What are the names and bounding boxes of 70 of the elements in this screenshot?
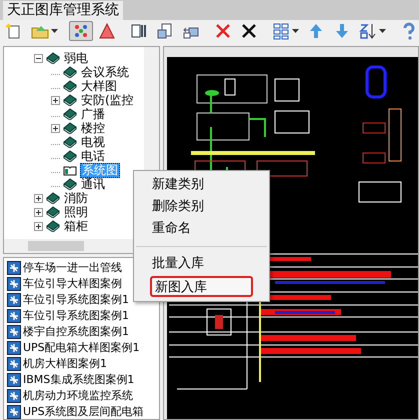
book-icon <box>63 94 77 106</box>
menu-item[interactable]: 批量入库 <box>152 253 269 275</box>
caret-icon <box>379 29 386 33</box>
expand-toggle[interactable] <box>34 222 43 230</box>
expand-toggle[interactable] <box>34 194 43 202</box>
tree-item[interactable]: 通讯 <box>80 177 106 191</box>
file-item[interactable]: IBMS集成系统图案例1 <box>23 373 134 387</box>
tree-item[interactable]: 会议系统 <box>80 65 130 79</box>
file-item[interactable]: 机房动力环境监控系统 <box>23 389 133 403</box>
tree-item[interactable]: 电视 <box>80 135 106 149</box>
file-item[interactable]: 车位引导系统图案例1 <box>23 309 129 323</box>
menu-item[interactable]: 新建类别 <box>152 174 269 196</box>
book-icon <box>46 220 60 232</box>
dots-icon <box>72 22 90 40</box>
open-book-icon <box>63 164 77 176</box>
book-icon <box>46 192 60 204</box>
expand-toggle[interactable] <box>51 96 60 104</box>
book-icon <box>63 108 77 120</box>
tree-item[interactable]: 安防(监控 <box>80 93 135 107</box>
up-arrow-icon <box>307 22 325 40</box>
tree-item[interactable]: 照明 <box>63 205 89 219</box>
down-arrow-icon <box>333 22 351 40</box>
sort-icon <box>359 22 377 40</box>
drawing-file-icon <box>7 357 21 371</box>
tree-item[interactable]: 电话 <box>80 149 106 163</box>
drawing-file-icon <box>7 341 21 355</box>
book-icon <box>46 52 60 64</box>
caret-icon <box>292 29 299 33</box>
book-icon <box>46 206 60 218</box>
menu-item[interactable]: 新图入库 <box>150 276 253 297</box>
tree-item[interactable]: 箱柜 <box>63 219 89 233</box>
book-icon <box>63 136 77 148</box>
tree-item[interactable]: 广播 <box>80 107 106 121</box>
collapse-toggle[interactable] <box>34 54 43 62</box>
book-icon <box>63 80 77 92</box>
file-item[interactable]: UPS配电箱大样图案例1 <box>23 341 140 355</box>
file-item[interactable]: 机房大样图案例1 <box>23 357 107 371</box>
caret-icon <box>51 29 58 33</box>
columns-icon <box>130 22 148 40</box>
drawing-file-icon <box>7 373 21 387</box>
menu-item[interactable]: 重命名 <box>152 218 269 240</box>
book-icon <box>63 122 77 134</box>
file-item[interactable]: 楼宇自控系统图案例1 <box>23 325 129 339</box>
file-item[interactable]: 车位引导系统图案例1 <box>23 293 129 307</box>
file-item[interactable]: UPS系统图及层间配电箱 <box>23 405 144 419</box>
drawing-file-icon <box>7 293 21 307</box>
triangle-icon <box>98 22 116 40</box>
expand-toggle[interactable] <box>51 124 60 132</box>
tree-item[interactable]: 大样图 <box>80 79 118 93</box>
expand-toggle[interactable] <box>34 208 43 216</box>
file-item[interactable]: 车位引导大样图案例 <box>23 277 122 291</box>
drawing-file-icon <box>7 277 21 291</box>
tree-item[interactable]: 楼控 <box>80 121 106 135</box>
toolbar-button[interactable] <box>356 21 389 41</box>
tree-item[interactable]: 消防 <box>63 191 89 205</box>
drawing-file-icon <box>7 389 21 403</box>
close-icon <box>240 22 258 40</box>
drawing-file-icon <box>7 261 21 275</box>
drawing-file-icon <box>7 309 21 323</box>
tree-item[interactable]: 弱电 <box>63 51 89 65</box>
drawing-file-icon <box>7 325 21 339</box>
pages-icon <box>156 22 174 40</box>
file-item[interactable]: 停车场一进一出管线 <box>23 261 122 275</box>
close-icon <box>214 22 232 40</box>
book-icon <box>63 66 77 78</box>
menu-item[interactable]: 删除类别 <box>152 196 269 218</box>
book-icon <box>63 150 77 162</box>
book-icon <box>63 178 77 190</box>
window-title: 天正图库管理系统 <box>3 1 123 20</box>
grid-view-icon <box>272 22 290 40</box>
